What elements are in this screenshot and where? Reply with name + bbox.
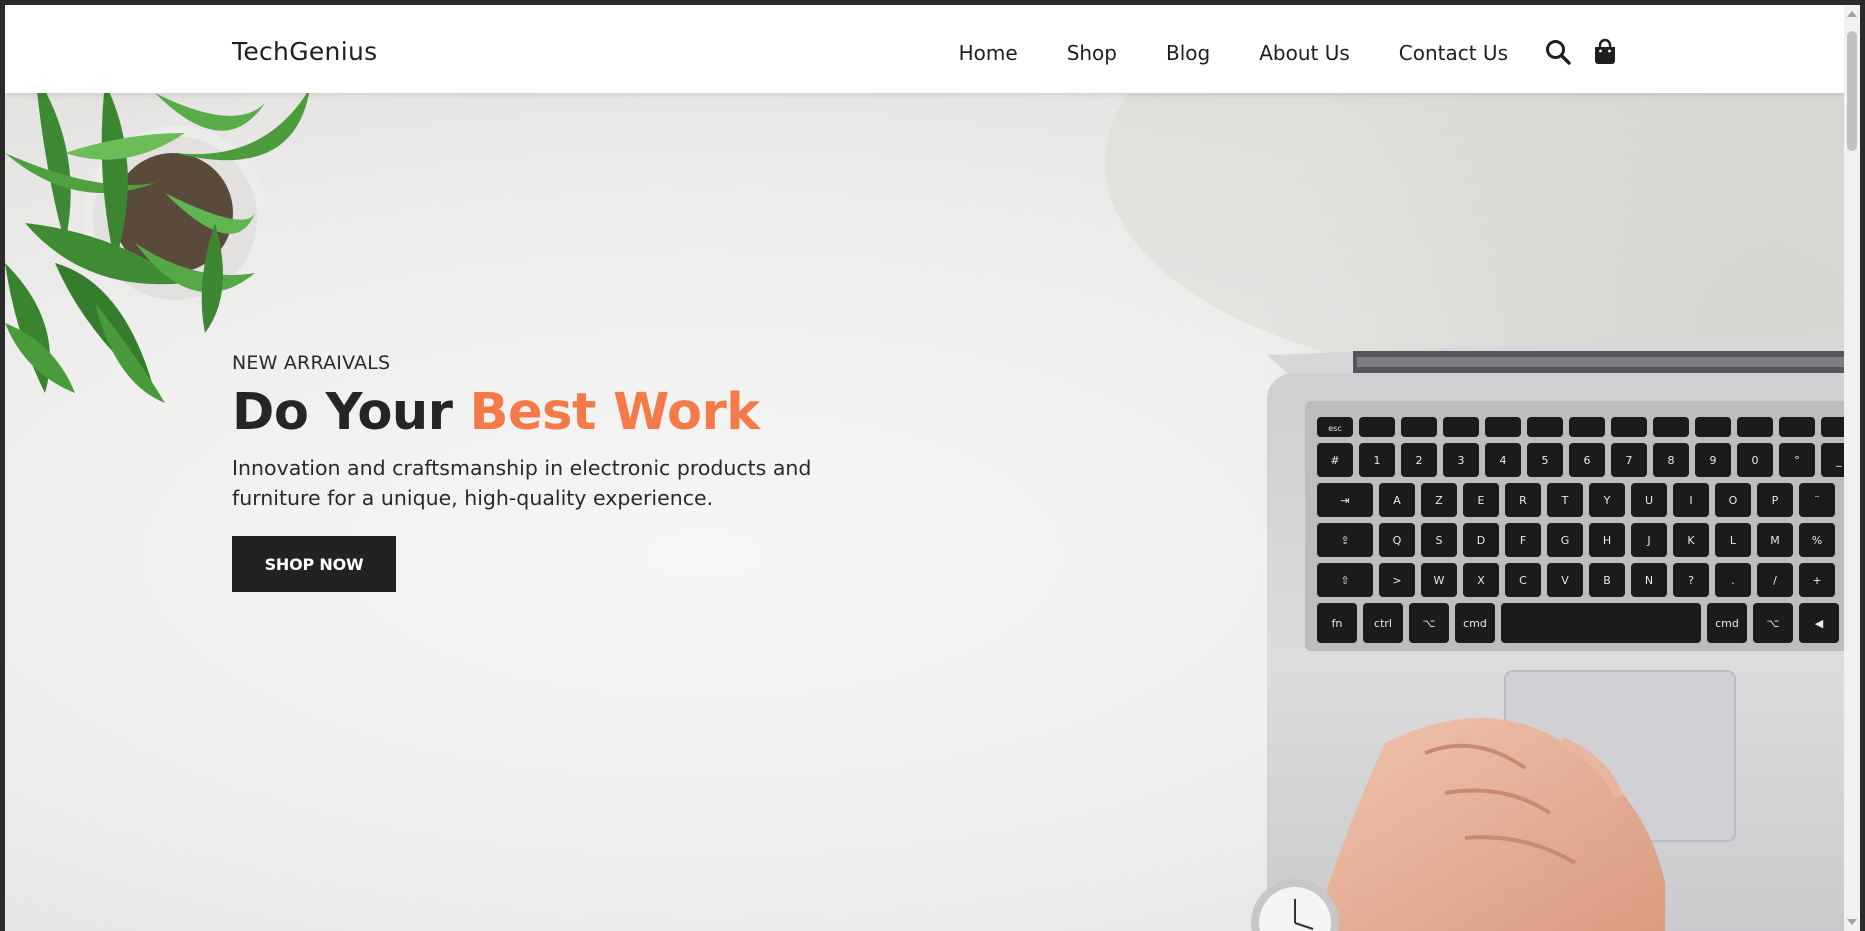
keyboard-key (1779, 417, 1815, 437)
keyboard-key-label: B (1603, 574, 1611, 587)
page-viewport: TechGenius Home Shop Blog About Us Conta… (5, 5, 1844, 931)
keyboard-key-label: 8 (1668, 454, 1675, 467)
keyboard-key-label: F (1520, 534, 1526, 547)
keyboard-key-label: O (1729, 494, 1738, 507)
keyboard-key (1401, 417, 1437, 437)
vertical-scrollbar[interactable] (1844, 5, 1860, 931)
keyboard-key-label: R (1519, 494, 1527, 507)
keyboard-key-label: Y (1603, 494, 1611, 507)
hero-eyebrow: NEW ARRAIVALS (232, 352, 391, 374)
keyboard-key-label: 7 (1626, 454, 1633, 467)
keyboard-key-label: X (1477, 574, 1485, 587)
keyboard-key-label: U (1645, 494, 1653, 507)
nav-shop[interactable]: Shop (1067, 41, 1117, 65)
keyboard-key-label: 1 (1374, 454, 1381, 467)
keyboard-key-label: ⇪ (1340, 534, 1349, 547)
hero-subtext: Innovation and craftsmanship in electron… (232, 456, 812, 510)
keyboard-key-label: _ (1835, 454, 1842, 467)
keyboard-key-label: + (1812, 574, 1821, 587)
nav-blog[interactable]: Blog (1166, 41, 1210, 65)
keyboard-key-label: ⌥ (1767, 617, 1780, 630)
keyboard-key-label: N (1645, 574, 1653, 587)
keyboard-key-label: % (1812, 534, 1822, 547)
headline-main: Do Your (232, 383, 470, 442)
keyboard-key-label: ◀ (1815, 617, 1824, 630)
cart-button[interactable] (1590, 37, 1620, 67)
keyboard-key (1611, 417, 1647, 437)
site-logo[interactable]: TechGenius (232, 37, 377, 66)
keyboard-key-label: esc (1328, 424, 1342, 433)
site-header: TechGenius Home Shop Blog About Us Conta… (5, 5, 1844, 93)
keyboard-key-label: cmd (1715, 617, 1739, 630)
browser-window: TechGenius Home Shop Blog About Us Conta… (5, 5, 1860, 931)
keyboard-key-label: / (1773, 574, 1777, 587)
keyboard-key (1443, 417, 1479, 437)
keyboard-key (1485, 417, 1521, 437)
keyboard-key-label: ctrl (1374, 617, 1392, 630)
keyboard-key-label: fn (1332, 617, 1343, 630)
keyboard-key-label: H (1603, 534, 1611, 547)
keyboard-key-label: C (1519, 574, 1527, 587)
keyboard-key-label: W (1434, 574, 1445, 587)
keyboard-key-label: ? (1688, 574, 1694, 587)
headline-accent: Best Work (469, 383, 761, 442)
keyboard-key-label: T (1561, 494, 1569, 507)
keyboard-key (1569, 417, 1605, 437)
keyboard-key-label: 9 (1710, 454, 1717, 467)
keyboard-key (1695, 417, 1731, 437)
search-icon (1546, 40, 1571, 65)
nav-about-us[interactable]: About Us (1259, 41, 1350, 65)
keyboard-key-label: P (1772, 494, 1779, 507)
keyboard-key-label: J (1646, 534, 1650, 547)
keyboard-key-label: > (1392, 574, 1401, 587)
keyboard-key-label: 4 (1500, 454, 1507, 467)
search-button[interactable] (1543, 37, 1573, 67)
keyboard-key-label: V (1561, 574, 1569, 587)
shop-now-button[interactable]: SHOP NOW (232, 536, 396, 592)
keyboard-key-label: Q (1393, 534, 1402, 547)
nav-home[interactable]: Home (959, 41, 1018, 65)
keyboard-key-label: 3 (1458, 454, 1465, 467)
keyboard-key-label: A (1393, 494, 1401, 507)
shopping-bag-icon (1595, 38, 1615, 64)
scroll-down-arrow-icon[interactable] (1847, 919, 1857, 925)
keyboard-key (1737, 417, 1773, 437)
keyboard-key (1501, 603, 1701, 643)
keyboard-key-label: Z (1435, 494, 1443, 507)
keyboard-key-label: 5 (1542, 454, 1549, 467)
keyboard-key-label: ¨ (1814, 494, 1820, 507)
scrollbar-thumb[interactable] (1847, 31, 1857, 151)
main-nav: Home Shop Blog About Us Contact Us (959, 41, 1508, 65)
keyboard-key-label: ⇧ (1340, 574, 1349, 587)
keyboard-key-label: ° (1794, 454, 1800, 467)
keyboard-key-label: E (1478, 494, 1485, 507)
keyboard-key-label: ⇥ (1340, 494, 1349, 507)
keyboard-key-label: M (1770, 534, 1780, 547)
keyboard-key-label: # (1330, 454, 1339, 467)
keyboard-key-label: L (1730, 534, 1737, 547)
scroll-up-arrow-icon[interactable] (1847, 11, 1857, 17)
keyboard-key-label: 0 (1752, 454, 1759, 467)
hero-banner: esc #1 2 3 4 5 6 7 8 9 0 ° _ ⇥ A Z E R T Y U I O P ¨ ⇪ Q S D F G H J K L M%… (5, 93, 1844, 931)
keyboard-key-label: 2 (1416, 454, 1423, 467)
keyboard-key-label: G (1561, 534, 1570, 547)
nav-contact-us[interactable]: Contact Us (1399, 41, 1508, 65)
keyboard-key (1821, 417, 1844, 437)
keyboard-key-label: I (1689, 494, 1692, 507)
keyboard-key-label: cmd (1463, 617, 1487, 630)
keyboard-key-label: . (1731, 574, 1735, 587)
keyboard-key-label: 6 (1584, 454, 1591, 467)
keyboard-key (1653, 417, 1689, 437)
keyboard-key (1359, 417, 1395, 437)
hero-headline: Do Your Best Work (232, 383, 760, 442)
keyboard-key-label: D (1477, 534, 1485, 547)
keyboard-key-label: K (1687, 534, 1695, 547)
keyboard-key (1527, 417, 1563, 437)
keyboard-key-label: S (1436, 534, 1443, 547)
keyboard-key-label: ⌥ (1423, 617, 1436, 630)
